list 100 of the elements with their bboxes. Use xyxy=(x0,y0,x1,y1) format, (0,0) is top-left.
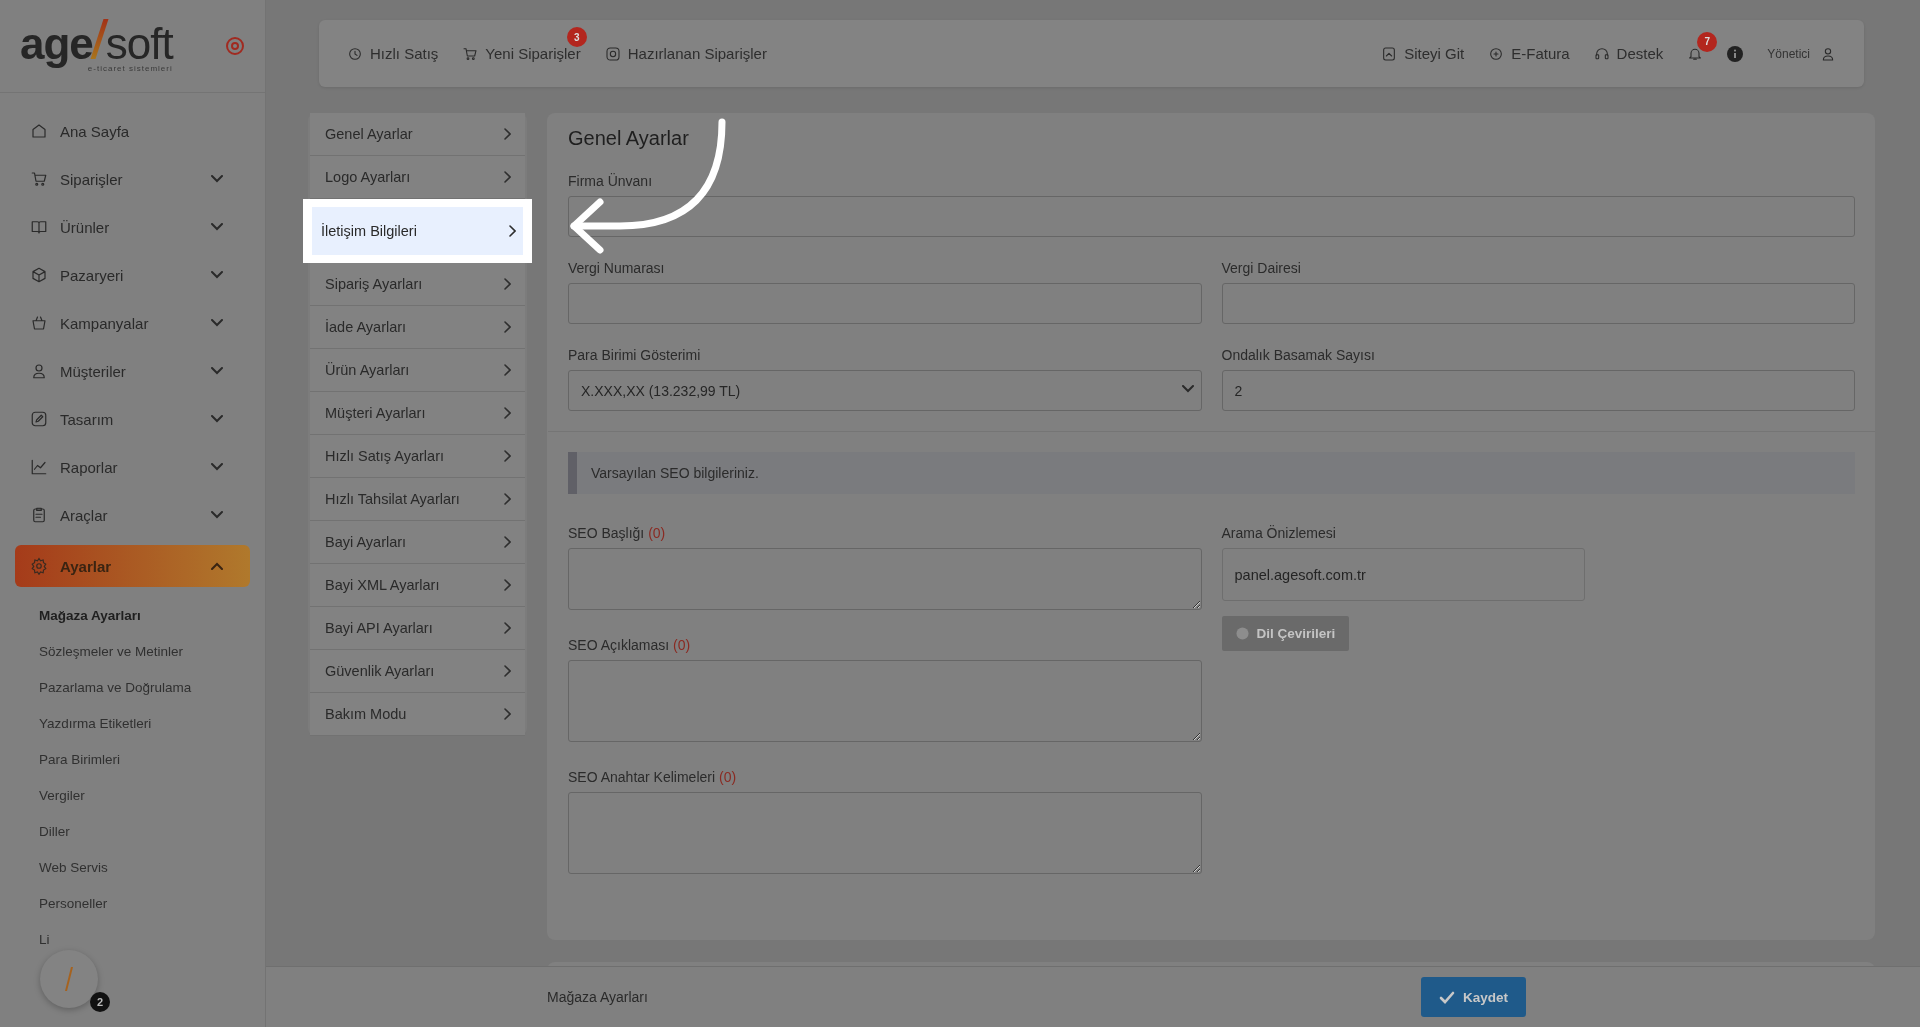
pencil-icon xyxy=(30,410,48,428)
notification-badge: 7 xyxy=(1697,31,1718,52)
headset-icon xyxy=(1593,45,1610,62)
top-nav-link[interactable]: Destek xyxy=(1593,45,1664,62)
settings-menu-item[interactable]: İade Ayarları xyxy=(310,306,525,349)
notification-badge: 2 xyxy=(90,992,110,1012)
nav-item[interactable]: Kampanyalar xyxy=(0,299,265,347)
chevron-right-icon xyxy=(504,407,511,419)
input-field[interactable] xyxy=(568,283,1202,324)
chevron-right-icon xyxy=(504,536,511,548)
text-area[interactable] xyxy=(568,660,1202,742)
submenu-item[interactable]: Web Servis xyxy=(0,849,265,885)
nav-item[interactable]: Araçlar xyxy=(0,491,265,539)
top-nav-link[interactable]: Hızlı Satış xyxy=(347,45,439,62)
person-icon xyxy=(30,362,48,380)
save-button[interactable]: Kaydet xyxy=(1420,977,1526,1017)
chevron-right-icon xyxy=(504,364,511,376)
settings-menu-item[interactable]: Sipariş Ayarları xyxy=(310,263,525,306)
top-nav-link[interactable]: E-Fatura xyxy=(1488,45,1570,62)
field-label: SEO Açıklaması xyxy=(568,637,670,653)
field-label: Vergi Dairesi xyxy=(1221,260,1301,276)
nav-item[interactable]: Tasarım xyxy=(0,395,265,443)
chevron-right-icon xyxy=(504,665,511,677)
card-title: Genel Ayarlar xyxy=(568,127,690,150)
cube-icon xyxy=(30,266,48,284)
character-count: (0) xyxy=(673,637,691,653)
field-label: SEO Başlığı xyxy=(568,525,645,541)
field-label: SEO Anahtar Kelimeleri xyxy=(568,769,716,785)
input-field[interactable] xyxy=(1221,283,1855,324)
submenu-item[interactable]: Vergiler xyxy=(0,777,265,813)
settings-menu-item[interactable]: Ürün Ayarları xyxy=(310,349,525,392)
settings-menu-item[interactable]: Genel Ayarlar xyxy=(310,113,525,156)
chevron-right-icon xyxy=(504,579,511,591)
submenu-item[interactable]: Li xyxy=(0,921,265,957)
chevron-right-icon xyxy=(504,128,511,140)
settings-menu-item[interactable]: Bayi XML Ayarları xyxy=(310,564,525,607)
chevron-icon xyxy=(211,223,223,231)
input-field[interactable]: 2 xyxy=(1221,370,1855,411)
submenu-item[interactable]: Sözleşmeler ve Metinler xyxy=(0,633,265,669)
cart-icon xyxy=(462,45,479,62)
chevron-right-icon xyxy=(504,493,511,505)
chart-icon xyxy=(30,458,48,476)
chevron-icon xyxy=(211,463,223,471)
top-nav-link[interactable]: Yeni Siparişler xyxy=(462,45,581,62)
nav-item[interactable]: Pazaryeri xyxy=(0,251,265,299)
user-menu[interactable]: Yönetici xyxy=(1767,45,1836,62)
text-area[interactable] xyxy=(568,792,1202,874)
character-count: (0) xyxy=(648,525,666,541)
top-nav-link[interactable]: Siteyi Git xyxy=(1381,45,1465,62)
nav-item[interactable]: Ürünler xyxy=(0,203,265,251)
settings-menu-item[interactable]: Hızlı Satış Ayarları xyxy=(310,435,525,478)
settings-menu-item[interactable]: Bayi Ayarları xyxy=(310,521,525,564)
clipboard-icon xyxy=(30,506,48,524)
chevron-right-icon xyxy=(504,708,511,720)
chevron-icon xyxy=(211,562,223,570)
info-icon[interactable] xyxy=(1727,45,1744,62)
submenu-item[interactable]: Pazarlama ve Doğrulama xyxy=(0,669,265,705)
text-area[interactable] xyxy=(568,548,1202,610)
nav-item[interactable]: Siparişler xyxy=(0,155,265,203)
submenu-item[interactable]: Diller xyxy=(0,813,265,849)
info-banner: Varsayılan SEO bilgileriniz. xyxy=(568,452,1855,494)
chevron-right-icon xyxy=(504,321,511,333)
logo[interactable]: age soft e-ticaret sistemleri xyxy=(20,19,173,73)
gear-icon xyxy=(30,557,48,575)
submenu-item[interactable]: Personeller xyxy=(0,885,265,921)
submenu-item[interactable]: Para Birimleri xyxy=(0,741,265,777)
home-icon xyxy=(30,122,48,140)
field-label: Arama Önizlemesi xyxy=(1221,525,1336,541)
chevron-icon xyxy=(211,415,223,423)
submenu-item[interactable]: Yazdırma Etiketleri xyxy=(0,705,265,741)
nav-item[interactable]: Raporlar xyxy=(0,443,265,491)
settings-menu-item[interactable]: Güvenlik Ayarları xyxy=(310,650,525,693)
top-nav-link[interactable]: Hazırlanan Siparişler xyxy=(604,45,767,62)
submenu-item[interactable]: Mağaza Ayarları xyxy=(0,597,265,633)
settings-menu-item[interactable]: Müşteri Ayarları xyxy=(310,392,525,435)
nav-item[interactable]: Ayarlar xyxy=(15,545,250,587)
input-field[interactable] xyxy=(568,196,1855,237)
page-title: Mağaza Ayarları xyxy=(547,989,648,1005)
settings-menu-item[interactable]: Bayi API Ayarları xyxy=(310,607,525,650)
chevron-right-icon xyxy=(504,450,511,462)
field-label: Para Birimi Gösterimi xyxy=(568,347,701,363)
slash-logo-icon xyxy=(64,966,74,992)
chevron-icon xyxy=(211,511,223,519)
settings-menu-item[interactable]: Bakım Modu xyxy=(310,693,525,736)
nav-item[interactable]: Müşteriler xyxy=(0,347,265,395)
target-icon[interactable] xyxy=(225,36,245,56)
settings-menu-item[interactable]: Hızlı Tahsilat Ayarları xyxy=(310,478,525,521)
settings-menu-item[interactable]: Logo Ayarları xyxy=(310,156,525,199)
basket-icon xyxy=(30,314,48,332)
nav-item[interactable]: Ana Sayfa xyxy=(0,107,265,155)
check-icon xyxy=(1438,990,1455,1004)
settings-menu-item[interactable]: İletişim Bilgileri xyxy=(312,207,523,255)
chevron-icon xyxy=(211,175,223,183)
cart-icon xyxy=(30,170,48,188)
notification-badge: 3 xyxy=(566,27,587,47)
select-field[interactable]: X.XXX,XX (13.232,99 TL) xyxy=(568,370,1202,411)
chevron-right-icon xyxy=(504,278,511,290)
help-widget-button[interactable] xyxy=(40,950,98,1008)
chevron-icon xyxy=(1181,385,1194,393)
field-label: Vergi Numarası xyxy=(568,260,665,276)
